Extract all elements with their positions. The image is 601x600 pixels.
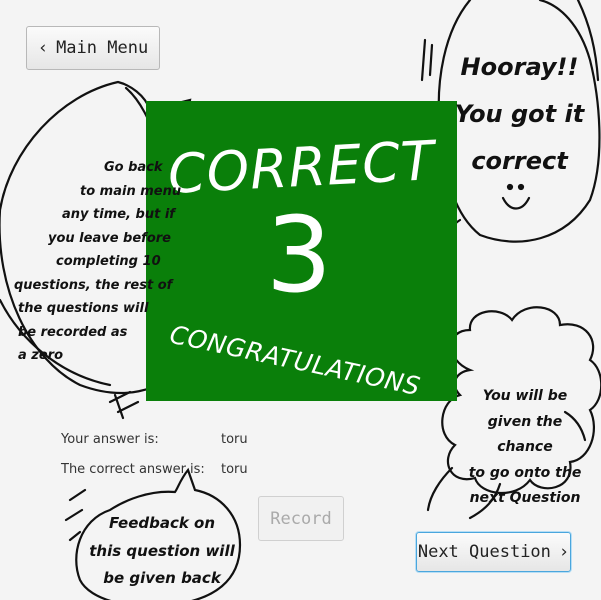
result-subheading: CONGRATULATIONS xyxy=(167,320,423,401)
record-button[interactable]: Record xyxy=(258,496,344,541)
left-note-line-2: to main menu xyxy=(80,183,182,199)
result-panel-art: CORRECT 3 CONGRATULATIONS xyxy=(166,129,439,401)
left-note-line-1: Go back xyxy=(104,160,163,175)
next-note-line-2: given the chance xyxy=(487,413,563,456)
next-question-button[interactable]: Next Question › xyxy=(416,532,571,572)
main-menu-button[interactable]: ‹ Main Menu xyxy=(26,26,160,70)
left-note-line-8: be recorded as xyxy=(18,324,128,340)
next-note-line-3: to go onto the xyxy=(468,464,582,481)
left-note-line-7: the questions will xyxy=(18,301,149,316)
next-note-line-4: next Question xyxy=(469,490,581,506)
main-menu-note: Go back to main menu any time, but if yo… xyxy=(14,156,184,368)
feedback-note: Feedback on this question will be given … xyxy=(82,510,242,593)
correct-answer-value: toru xyxy=(221,462,248,477)
hooray-line-3: correct xyxy=(471,147,568,175)
left-note-line-3: any time, but if xyxy=(62,207,175,222)
chevron-right-icon: › xyxy=(558,542,570,562)
next-question-label: Next Question xyxy=(417,542,551,562)
feedback-line-2: this question will xyxy=(89,541,235,560)
left-note-line-6: questions, the rest of xyxy=(14,277,173,293)
left-note-line-5: completing 10 xyxy=(56,254,161,269)
hooray-note: Hooray!! You got it correct xyxy=(452,44,587,185)
feedback-line-3: be given back xyxy=(103,569,221,587)
result-panel: CORRECT 3 CONGRATULATIONS xyxy=(146,101,457,401)
next-note-line-1: You will be xyxy=(482,388,568,404)
next-question-note: You will be given the chance to go onto … xyxy=(458,384,592,512)
your-answer-value: toru xyxy=(221,432,248,447)
record-label: Record xyxy=(270,508,332,529)
result-score: 3 xyxy=(266,194,332,316)
your-answer-label: Your answer is: xyxy=(61,432,159,447)
left-note-line-4: you leave before xyxy=(48,230,171,246)
chevron-left-icon: ‹ xyxy=(37,38,49,58)
correct-answer-label: The correct answer is: xyxy=(61,462,205,477)
hooray-line-1: Hooray!! xyxy=(460,53,579,81)
feedback-line-1: Feedback on xyxy=(108,514,216,532)
left-note-line-9: a zero xyxy=(18,348,64,363)
hooray-line-2: You got it xyxy=(454,100,585,128)
main-menu-label: Main Menu xyxy=(56,38,149,58)
